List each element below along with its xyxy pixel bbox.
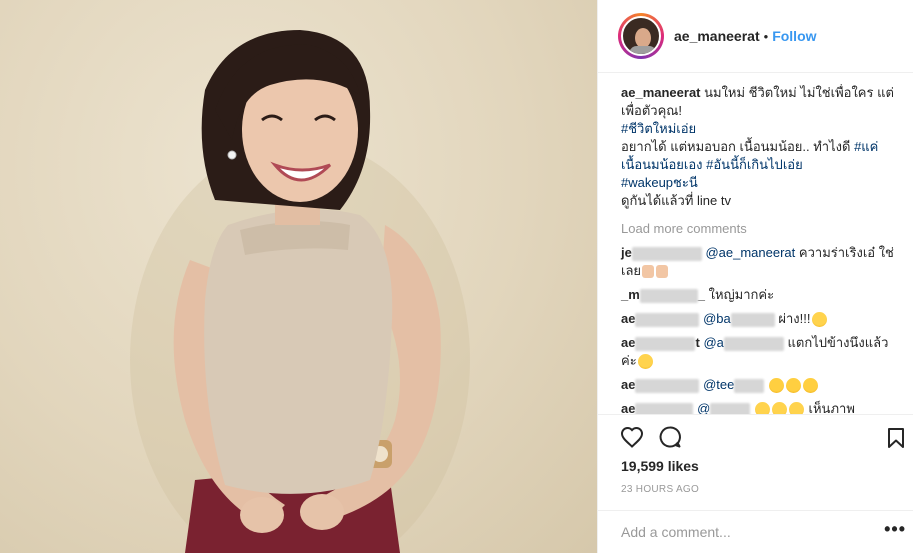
post-header: ae_maneerat • Follow	[598, 0, 913, 73]
bookmark-icon	[888, 428, 904, 448]
caption-username[interactable]: ae_maneerat	[621, 85, 701, 100]
comment-mention[interactable]: @ae_maneerat	[705, 245, 795, 260]
save-button[interactable]	[887, 427, 905, 449]
redacted-mention	[734, 378, 765, 393]
comment-item: _m _ ใหญ่มากค่ะ	[621, 286, 894, 304]
redacted-mention	[723, 336, 784, 351]
avatar[interactable]	[618, 13, 664, 59]
comment-username[interactable]: ae	[621, 335, 635, 350]
redacted-username	[635, 312, 700, 327]
redacted-username	[635, 378, 700, 393]
comment-button[interactable]	[658, 425, 682, 449]
comment-username-suffix: t	[695, 335, 700, 350]
comment-username[interactable]: ae	[621, 311, 635, 326]
redacted-username	[631, 246, 702, 261]
comment-username-suffix: _	[697, 287, 706, 302]
comment-text: ผ่าง!!!	[778, 311, 811, 326]
comment-mention[interactable]: @	[697, 401, 710, 414]
comment-item: ae t @a แตกไปข้างนึงแล้วค่ะ	[621, 334, 894, 370]
rofl-face-icon	[769, 378, 784, 394]
more-options-icon[interactable]: •••	[884, 520, 906, 538]
heart-icon	[620, 426, 644, 448]
comment-mention[interactable]: @a	[703, 335, 723, 350]
thumbs-up-icon	[642, 265, 655, 279]
like-count[interactable]: 19,599 likes	[621, 458, 699, 474]
redacted-username	[635, 336, 696, 351]
comment-username[interactable]: _m	[621, 287, 640, 302]
avatar-image	[621, 16, 661, 56]
like-button[interactable]	[620, 426, 644, 448]
hashtag-link[interactable]: #wakeupชะนี	[621, 175, 698, 190]
comment-item: ae @ เห็นภาพ	[621, 400, 894, 414]
redacted-username	[639, 288, 698, 303]
redacted-mention	[730, 312, 775, 327]
redacted-username	[635, 402, 694, 414]
caption-text-3: ดูกันได้แล้วที่ line tv	[621, 193, 731, 208]
caption-text-2: อยากได้ แต่หมอบอก เนื้อนมน้อย.. ทำไงดี	[621, 139, 851, 154]
grinning-face-icon	[754, 402, 770, 414]
action-bar	[598, 414, 913, 458]
post-photo[interactable]	[0, 0, 597, 553]
avatar-shirt	[629, 46, 657, 54]
post-timestamp[interactable]: 23 HOURS AGO	[621, 484, 699, 495]
redacted-mention	[710, 402, 751, 414]
grinning-face-icon	[788, 402, 804, 414]
add-comment-bar: •••	[598, 510, 913, 553]
hashtag-link[interactable]: #ชีวิตใหม่เอ่ย	[621, 121, 696, 136]
comment-username[interactable]: je	[621, 245, 632, 260]
comment-item: je @ae_maneerat ความร่าเริงเอ๋ ใช่เลย	[621, 244, 894, 280]
post-caption: ae_maneerat นมใหม่ ชีวิตใหม่ ไม่ใช่เพื่อ…	[621, 84, 894, 210]
load-more-comments-button[interactable]: Load more comments	[621, 220, 894, 238]
add-comment-input[interactable]	[621, 524, 861, 540]
comment-mention[interactable]: @tee	[703, 377, 734, 392]
comment-username[interactable]: ae	[621, 401, 635, 414]
comment-username[interactable]: ae	[621, 377, 635, 392]
grinning-face-icon	[637, 354, 653, 370]
rofl-face-icon	[803, 378, 818, 394]
grinning-face-icon	[811, 312, 827, 328]
comment-icon	[659, 425, 681, 447]
instagram-post: ae_maneerat • Follow ae_maneerat นมใหม่ …	[0, 0, 913, 553]
comments-list[interactable]: ae_maneerat นมใหม่ ชีวิตใหม่ ไม่ใช่เพื่อ…	[598, 84, 913, 414]
avatar-face	[635, 28, 651, 48]
hashtag-link[interactable]: #อันนี้ก็เกินไปเอ่ย	[706, 157, 803, 172]
comment-text: เห็นภาพ	[808, 401, 855, 414]
post-sidebar: ae_maneerat • Follow ae_maneerat นมใหม่ …	[597, 0, 913, 553]
comment-text: ใหญ่มากค่ะ	[708, 287, 775, 302]
follow-button[interactable]: Follow	[772, 28, 816, 44]
thumbs-up-icon	[656, 265, 669, 279]
comment-item: ae @tee	[621, 376, 894, 394]
woman-photo-illustration	[130, 30, 470, 553]
comment-mention[interactable]: @ba	[703, 311, 731, 326]
rofl-face-icon	[786, 378, 801, 394]
grinning-face-icon	[771, 402, 787, 414]
comment-item: ae @ba ผ่าง!!!	[621, 310, 894, 328]
header-username[interactable]: ae_maneerat	[674, 28, 760, 44]
header-separator: •	[763, 28, 769, 44]
